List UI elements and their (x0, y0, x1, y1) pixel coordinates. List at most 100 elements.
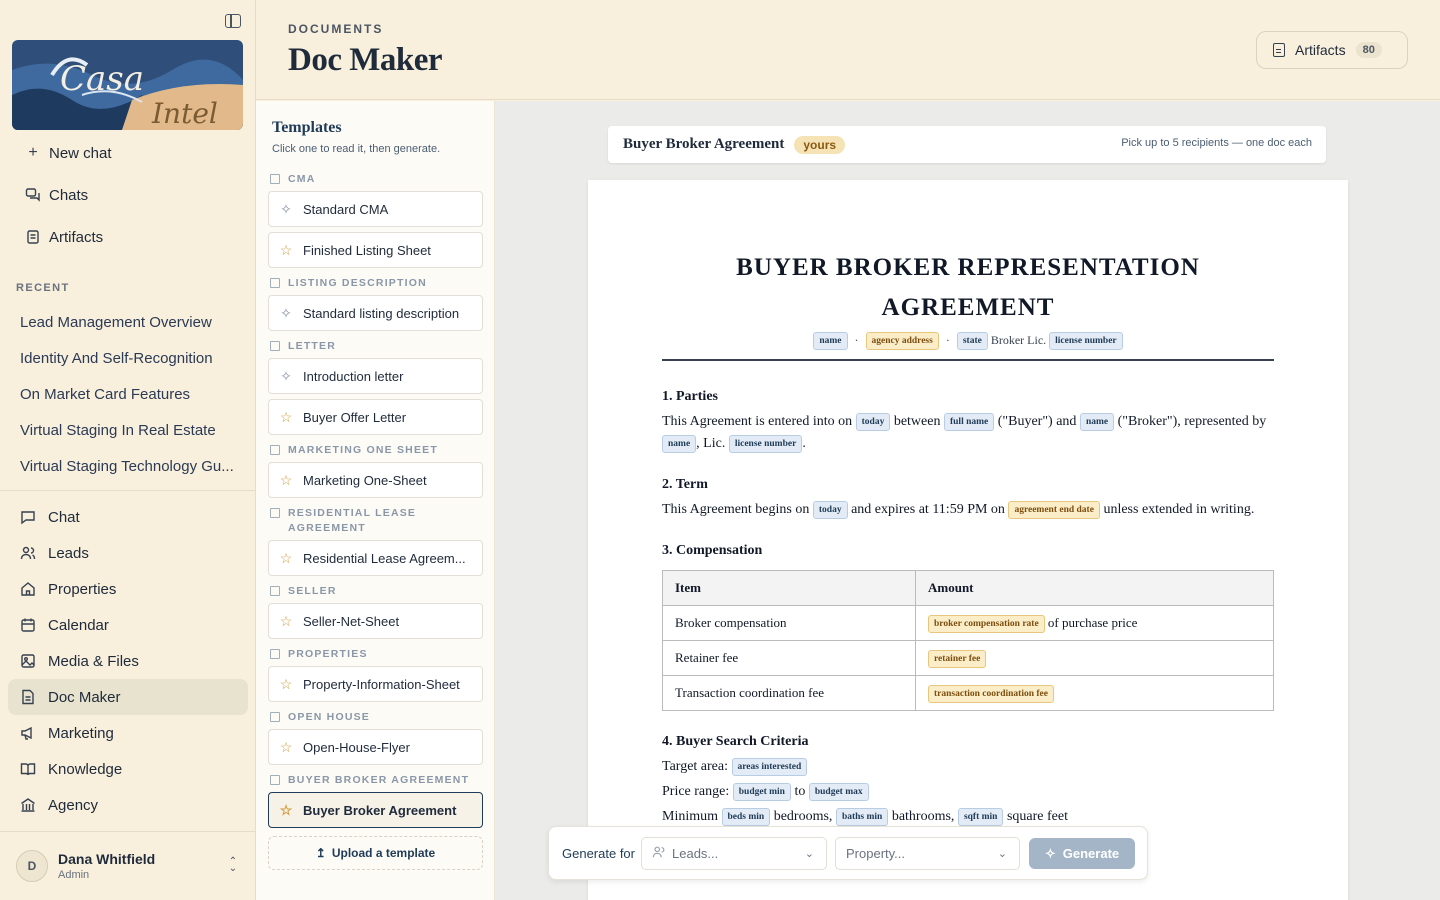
template-card[interactable]: ☆ Property-Information-Sheet (268, 666, 483, 702)
separator-dot: · (945, 333, 950, 347)
template-card[interactable]: ☆ Marketing One-Sheet (268, 462, 483, 498)
section-body: This Agreement is entered into on today … (662, 411, 1274, 455)
template-card[interactable]: ☆ Residential Lease Agreem... (268, 540, 483, 576)
body-text: This Agreement is entered into on (662, 414, 853, 429)
table-cell: transaction coordination fee (915, 675, 1274, 711)
document-title-line: BUYER BROKER REPRESENTATION (736, 254, 1200, 281)
merge-field: budget min (732, 783, 791, 801)
table-cell: retainer fee (915, 640, 1274, 676)
document-paper: BUYER BROKER REPRESENTATION AGREEMENT na… (588, 180, 1348, 900)
upload-template-button[interactable]: ↥ Upload a template (268, 836, 483, 870)
section-parties: 1. Parties This Agreement is entered int… (662, 386, 1274, 455)
table-cell: broker compensation rate of purchase pri… (915, 605, 1274, 641)
template-label: Buyer Broker Agreement (303, 802, 457, 818)
category-heading: LETTER (268, 336, 483, 358)
main-nav: Chat Leads Properties Calendar Media & F… (8, 499, 248, 823)
document-icon (270, 445, 280, 455)
nav-label: Leads (48, 544, 89, 562)
template-label: Seller-Net-Sheet (303, 613, 400, 629)
svg-text:Intel: Intel (151, 97, 218, 130)
document-name: Buyer Broker Agreement (623, 136, 785, 152)
property-select[interactable]: Property... ⌄ (835, 837, 1020, 870)
column-header: Item (662, 570, 916, 606)
megaphone-icon (20, 725, 36, 741)
body-text: and expires at 11:59 PM on (851, 502, 1005, 517)
template-card-selected[interactable]: ☆ Buyer Broker Agreement (268, 792, 483, 828)
new-chat-button[interactable]: + New chat (12, 132, 244, 174)
casa-intel-logo[interactable]: Casa Intel (12, 40, 243, 130)
chats-icon (25, 187, 41, 203)
category-heading: SELLER (268, 581, 483, 603)
recent-item[interactable]: Lead Management Overview (8, 304, 248, 340)
nav-item-marketing[interactable]: Marketing (8, 715, 248, 751)
sparkle-icon: ✧ (280, 200, 292, 217)
broker-meta-line: name · agency address · state Broker Lic… (588, 332, 1348, 350)
body-text: ("Broker"), represented by (1117, 414, 1267, 429)
merge-field: agreement end date (1008, 501, 1100, 519)
recent-item[interactable]: Virtual Staging Technology Gu... (8, 448, 248, 484)
section-search-criteria: 4. Buyer Search Criteria Target area: ar… (662, 729, 1274, 829)
template-card[interactable]: ☆ Seller-Net-Sheet (268, 603, 483, 639)
section-compensation: 3. Compensation Item Amount Broker compe… (662, 540, 1274, 711)
nav-item-agency[interactable]: Agency (8, 787, 248, 823)
user-menu[interactable]: D Dana Whitfield Admin ⌃ ⌄ (16, 840, 244, 892)
chat-icon (20, 509, 36, 525)
category-label: CMA (288, 173, 316, 185)
plus-icon: + (28, 144, 38, 161)
template-card[interactable]: ✧ Standard CMA (268, 191, 483, 227)
template-card[interactable]: ☆ Finished Listing Sheet (268, 232, 483, 268)
category-label: LETTER (288, 340, 337, 352)
template-card[interactable]: ☆ Open-House-Flyer (268, 729, 483, 765)
sidebar-toggle-icon[interactable] (225, 14, 241, 28)
upload-label: Upload a template (331, 846, 436, 860)
leads-select[interactable]: Leads... ⌄ (641, 837, 827, 870)
templates-panel: Templates Click one to read it, then gen… (256, 101, 495, 900)
template-card[interactable]: ✧ Introduction letter (268, 358, 483, 394)
body-text: bedrooms, (773, 809, 833, 824)
body-text: unless extended in writing. (1103, 502, 1255, 517)
nav-item-chat[interactable]: Chat (8, 499, 248, 535)
merge-field: beds min (721, 808, 771, 826)
nav-label: Agency (48, 796, 99, 814)
image-icon (20, 653, 36, 669)
breadcrumb: DOCUMENTS (288, 22, 384, 36)
user-role: Admin (58, 869, 90, 881)
body-text: Price range: (662, 784, 730, 799)
section-body: This Agreement begins on today and expir… (662, 499, 1274, 521)
user-meta: Dana Whitfield Admin (58, 851, 155, 881)
template-card[interactable]: ✧ Standard listing description (268, 295, 483, 331)
nav-item-calendar[interactable]: Calendar (8, 607, 248, 643)
nav-item-leads[interactable]: Leads (8, 535, 248, 571)
nav-item-properties[interactable]: Properties (8, 571, 248, 607)
template-label: Finished Listing Sheet (303, 242, 431, 258)
template-label: Residential Lease Agreem... (303, 550, 466, 566)
recent-item[interactable]: Identity And Self-Recognition (8, 340, 248, 376)
artifacts-link[interactable]: Artifacts (12, 216, 244, 258)
body-text: between (893, 414, 941, 429)
recent-item[interactable]: Virtual Staging In Real Estate (8, 412, 248, 448)
nav-item-media[interactable]: Media & Files (8, 643, 248, 679)
cell-text: of purchase price (1047, 615, 1138, 630)
compensation-table: Item Amount Broker compensation broker c… (662, 570, 1274, 711)
generate-label: Generate (1062, 846, 1120, 861)
page-title: Doc Maker (288, 42, 443, 78)
artifacts-count-badge: 80 (1355, 42, 1382, 58)
sparkle-icon: ✧ (1044, 845, 1056, 861)
table-header-row: Item Amount (662, 570, 1274, 606)
merge-field: today (812, 501, 848, 519)
nav-item-doc-maker[interactable]: Doc Maker (8, 679, 248, 715)
body-text: . (802, 436, 806, 451)
recent-item[interactable]: On Market Card Features (8, 376, 248, 412)
document-icon (20, 689, 36, 705)
merge-field: retainer fee (928, 650, 987, 668)
merge-field: agency address (865, 332, 939, 350)
nav-item-knowledge[interactable]: Knowledge (8, 751, 248, 787)
template-card[interactable]: ☆ Buyer Offer Letter (268, 399, 483, 435)
table-row: Retainer fee retainer fee (662, 640, 1274, 676)
chats-link[interactable]: Chats (12, 174, 244, 216)
body-text: bathrooms, (891, 809, 955, 824)
nav-label: Doc Maker (48, 688, 121, 706)
sparkle-icon: ✧ (280, 304, 292, 321)
artifacts-button[interactable]: Artifacts 80 (1256, 31, 1408, 69)
generate-button[interactable]: ✧ Generate (1029, 838, 1135, 869)
